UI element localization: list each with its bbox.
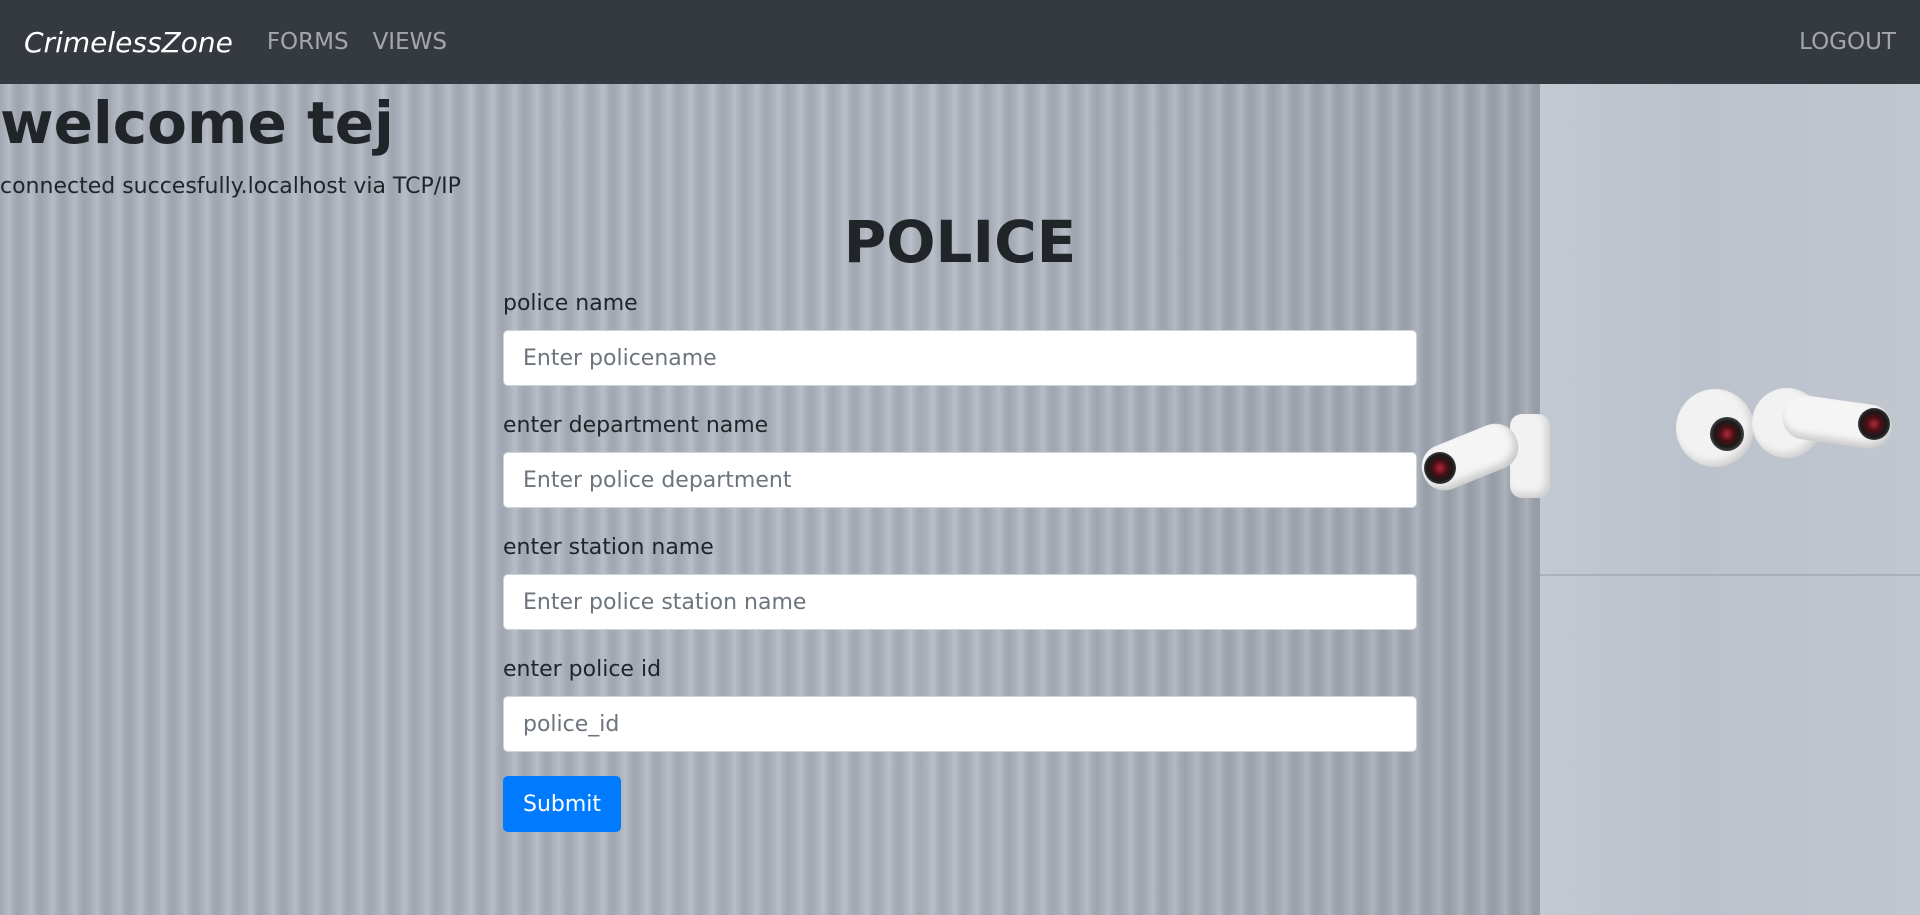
field-group-station: enter station name [503,534,1417,630]
station-name-label: enter station name [503,535,714,560]
submit-button[interactable]: Submit [503,776,622,832]
connection-status: connected succesfully.localhost via TCP/… [0,174,461,199]
department-name-label: enter department name [503,413,769,438]
nav-link-forms[interactable]: FORMS [267,29,349,55]
nav-link-views[interactable]: VIEWS [373,29,447,55]
field-group-department: enter department name [503,412,1417,508]
security-camera-right-2 [1752,384,1902,474]
navbar: CrimelessZone FORMS VIEWS LOGOUT [0,0,1920,84]
wall-seam [1540,574,1920,576]
police-name-label: police name [503,291,638,316]
department-name-input[interactable] [503,452,1417,508]
brand-link[interactable]: CrimelessZone [24,26,233,59]
police-id-input[interactable] [503,696,1417,752]
police-name-input[interactable] [503,330,1417,386]
form-title: POLICE [843,208,1077,276]
field-group-police-id: enter police id [503,656,1417,752]
plain-wall [1540,84,1920,915]
police-id-label: enter police id [503,657,662,682]
field-group-police-name: police name [503,290,1417,386]
welcome-heading: welcome tej [0,89,394,157]
security-camera-left [1410,414,1550,514]
station-name-input[interactable] [503,574,1417,630]
police-form: police name enter department name enter … [503,290,1417,832]
logout-link[interactable]: LOGOUT [1799,29,1896,55]
